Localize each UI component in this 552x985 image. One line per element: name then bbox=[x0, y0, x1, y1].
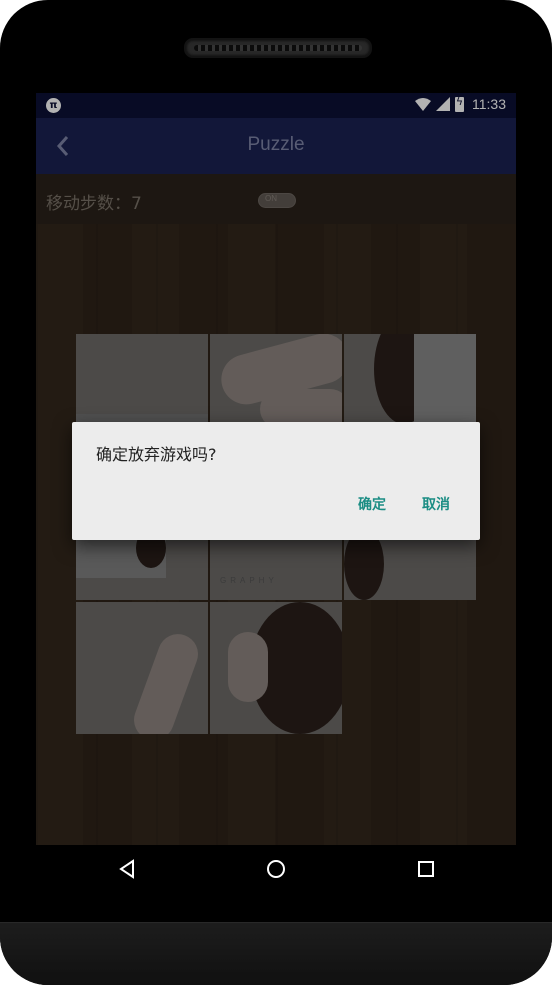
puzzle-tile[interactable] bbox=[76, 602, 208, 734]
app-notification-icon: π bbox=[46, 98, 61, 113]
dialog-message: 确定放弃游戏吗? bbox=[96, 445, 217, 464]
graphy-caption: GRAPHY bbox=[220, 576, 278, 585]
battery-icon bbox=[455, 95, 464, 112]
home-circle-icon[interactable] bbox=[265, 858, 287, 880]
status-time: 11:33 bbox=[472, 96, 506, 112]
signal-icon bbox=[436, 97, 450, 111]
puzzle-tile[interactable] bbox=[210, 602, 342, 734]
cancel-button[interactable]: 取消 bbox=[422, 494, 450, 514]
mode-toggle[interactable]: ON bbox=[258, 193, 296, 208]
wifi-icon bbox=[415, 97, 431, 111]
page-title: Puzzle bbox=[247, 134, 305, 155]
phone-frame: π 11:33 Puzzle 移动步数：7 ON bbox=[0, 0, 552, 985]
step-counter-bar: 移动步数：7 ON bbox=[36, 174, 516, 224]
phone-chin bbox=[0, 922, 552, 985]
move-count-label: 移动步数：7 bbox=[46, 194, 142, 214]
app-bar: Puzzle bbox=[36, 118, 516, 174]
status-bar: π 11:33 bbox=[36, 93, 516, 118]
back-triangle-icon[interactable] bbox=[116, 858, 138, 880]
speaker-grille bbox=[184, 38, 372, 58]
navigation-bar bbox=[36, 845, 516, 893]
recents-square-icon[interactable] bbox=[415, 858, 437, 880]
confirm-button[interactable]: 确定 bbox=[358, 494, 386, 514]
confirm-dialog: 确定放弃游戏吗? 确定 取消 bbox=[72, 422, 480, 540]
toggle-label: ON bbox=[265, 194, 277, 203]
